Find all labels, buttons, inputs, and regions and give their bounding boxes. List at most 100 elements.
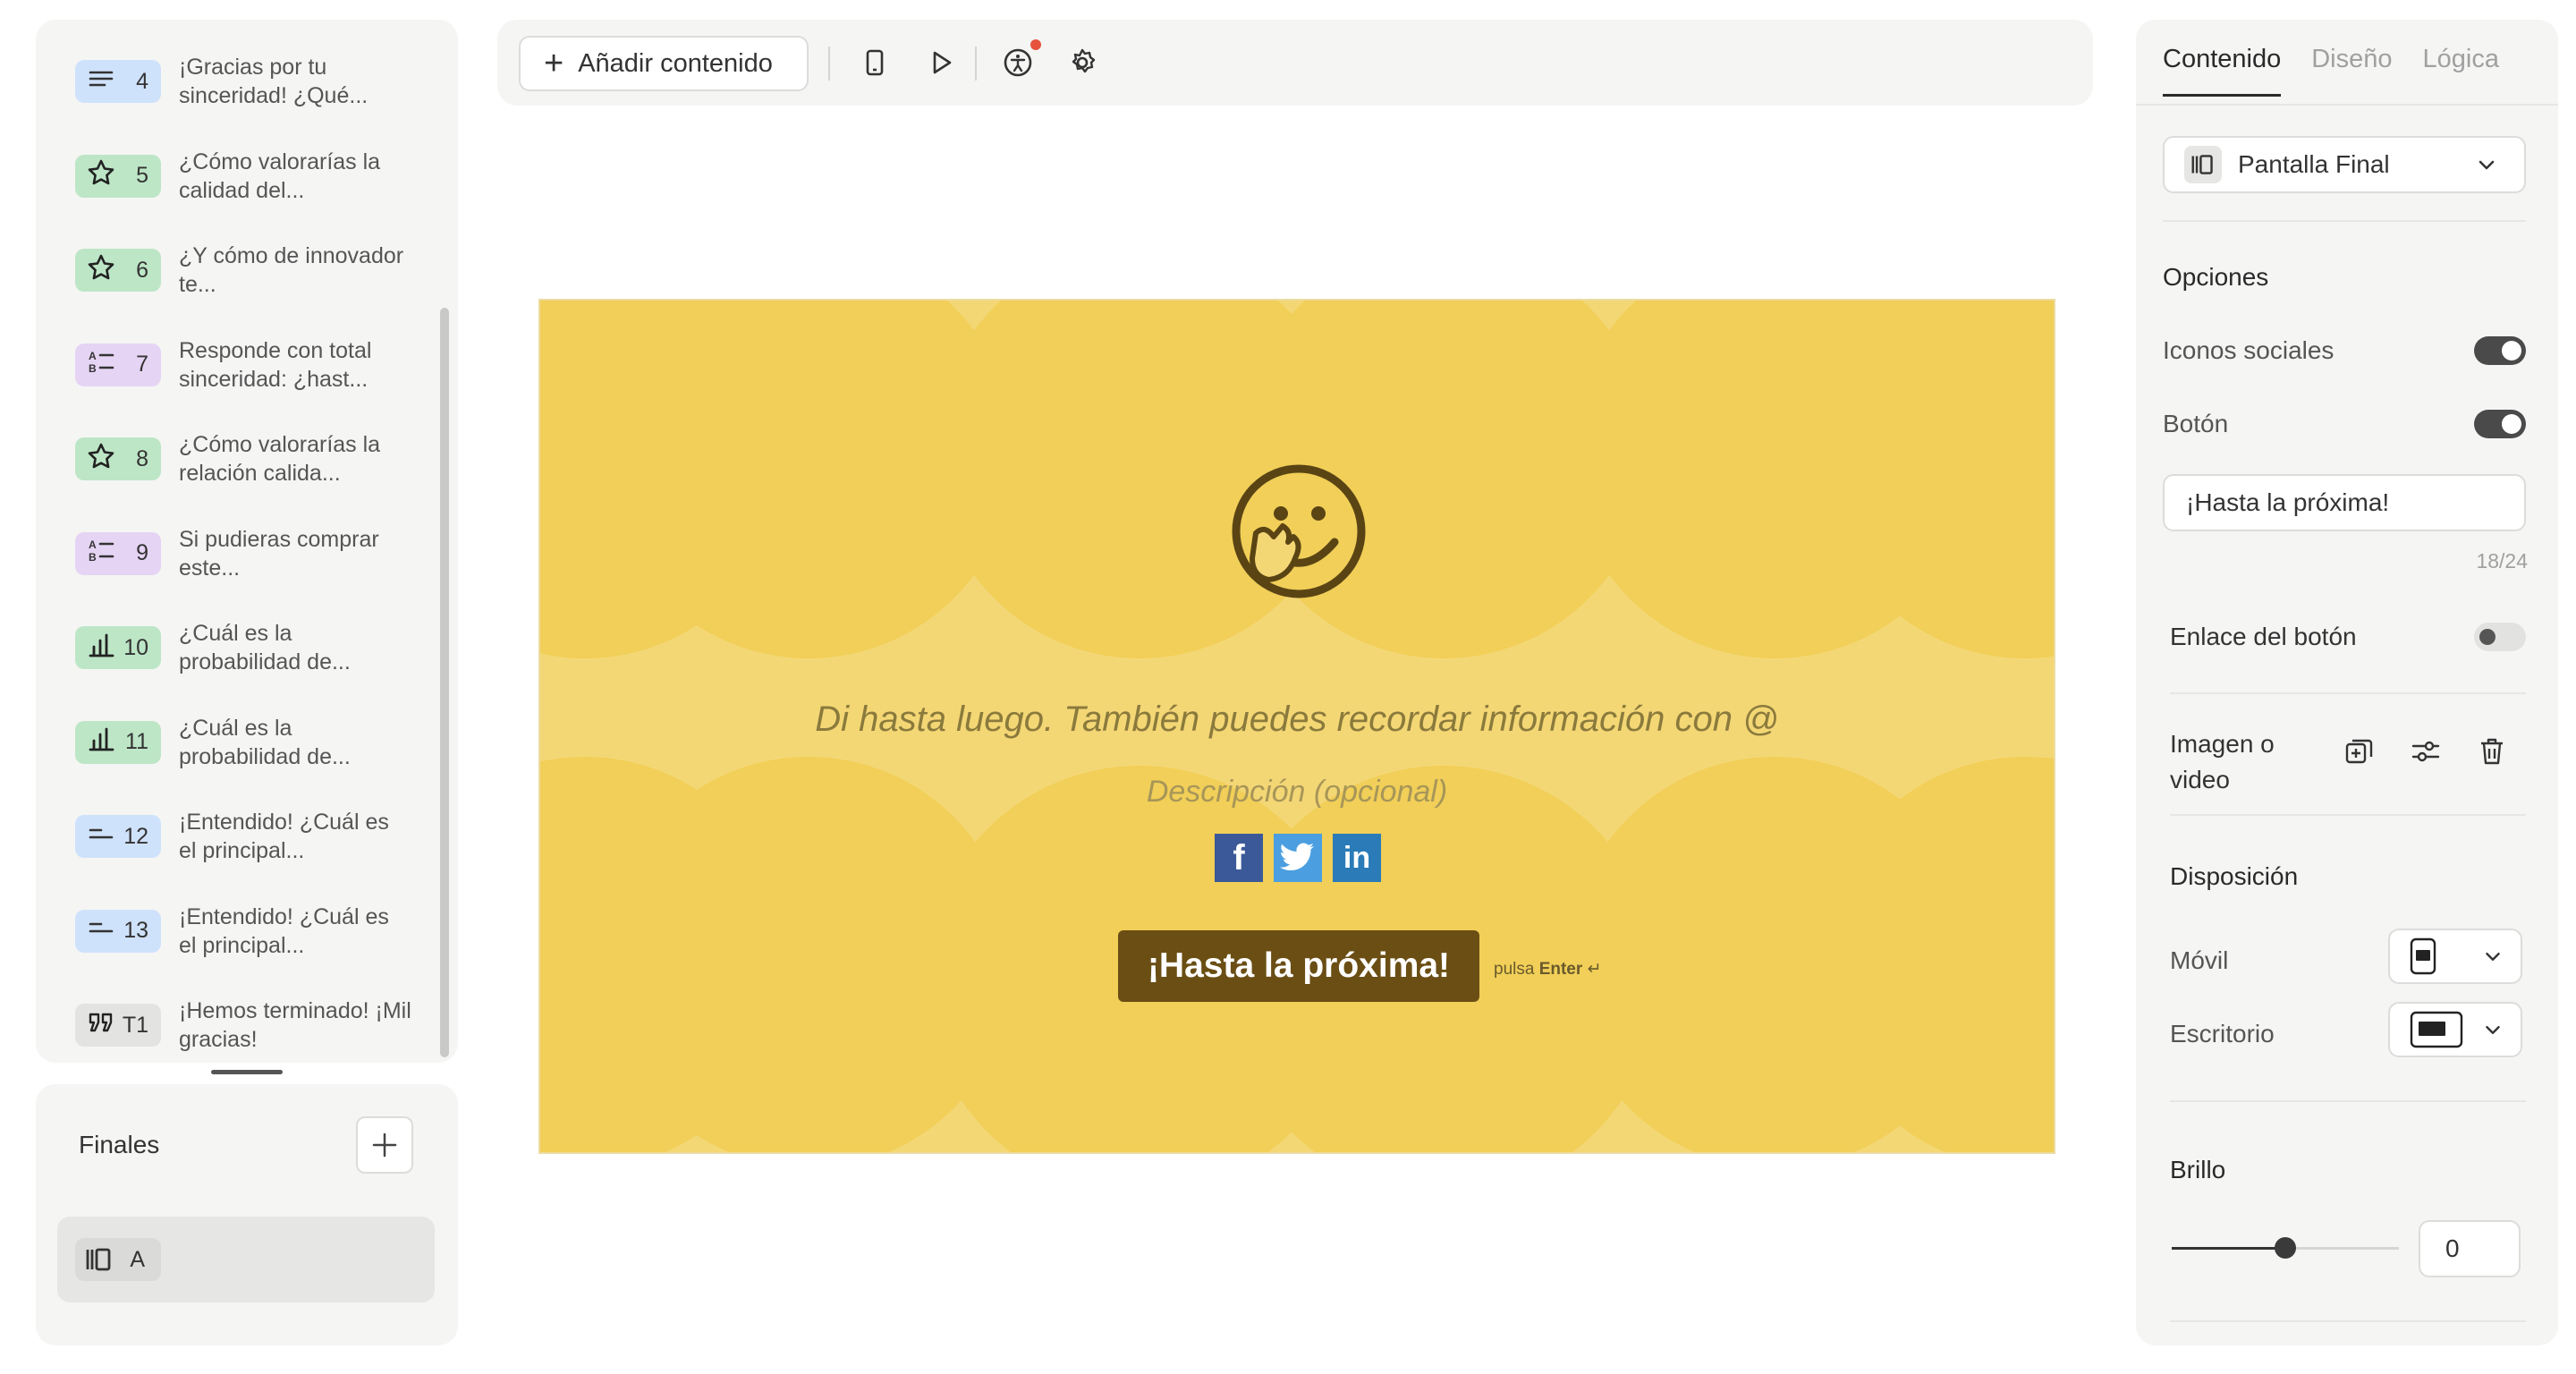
question-item[interactable]: 13 ¡Entendido! ¿Cuál es el principal... [75,891,433,971]
layout-title: Disposición [2170,862,2299,890]
ranking-icon: AB [86,535,116,572]
screen-type-label: Pantalla Final [2238,150,2390,178]
question-text: Si pudieras comprar este... [179,526,379,581]
question-number: 4 [136,68,148,94]
settings-button[interactable] [1063,43,1102,82]
plus-icon: + [544,45,564,82]
star-icon [86,441,116,478]
end-screen-button[interactable]: ¡Hasta la próxima! [1118,930,1479,1002]
add-final-button[interactable] [356,1116,413,1174]
question-number: T1 [122,1012,148,1038]
smile-emoji-icon [1232,464,1366,598]
desktop-layout-select[interactable] [2388,1002,2522,1057]
svg-text:B: B [89,362,97,375]
end-screen-preview[interactable]: Di hasta luego. También puedes recordar … [538,299,2055,1154]
tab-logica[interactable]: Lógica [2423,45,2499,97]
chevron-down-icon [2479,160,2495,170]
tab-contenido[interactable]: Contenido [2163,45,2282,97]
accessibility-icon [1004,48,1032,77]
question-text: ¿Cómo valorarías la calidad del... [179,148,381,203]
question-item[interactable]: 5 ¿Cómo valorarías la calidad del... [75,136,433,216]
question-text: ¿Cuál es la probabilidad de... [179,621,351,674]
mobile-preview-button[interactable] [855,43,894,82]
question-text: ¡Gracias por tu sinceridad! ¿Qué... [179,55,369,108]
panel-resize-handle[interactable] [211,1070,283,1074]
question-item[interactable]: 12 ¡Entendido! ¿Cuál es el principal... [75,796,433,877]
end-screen-icon [86,1248,111,1271]
play-preview-button[interactable] [921,43,961,82]
end-screen-description[interactable]: Descripción (opcional) [540,775,2054,810]
question-list-panel: 4 ¡Gracias por tu sinceridad! ¿Qué... 5 ¿Có… [36,20,458,1063]
trash-icon [2481,738,2503,765]
question-badge: 10 [75,626,161,669]
hint-prefix: pulsa [1494,960,1535,979]
linkedin-icon[interactable]: in [1333,834,1381,882]
brightness-slider-fill [2172,1247,2285,1250]
question-text: ¿Cómo valorarías la relación calida... [179,432,381,486]
question-item[interactable]: T1 ¡Hemos terminado! ¡Mil gracias! [75,985,433,1063]
add-content-button[interactable]: + Añadir contenido [519,36,809,91]
social-icons-label: Iconos sociales [2163,336,2334,364]
play-icon [933,51,952,74]
svg-text:B: B [89,551,97,564]
button-link-toggle[interactable] [2474,623,2526,651]
question-number: 13 [123,918,148,943]
mobile-layout-select[interactable] [2388,929,2522,984]
media-settings-button[interactable] [2410,735,2442,772]
mobile-icon [866,49,884,76]
top-toolbar: + Añadir contenido [497,20,2093,106]
star-icon [86,252,116,289]
toolbar-divider [828,47,830,81]
button-toggle[interactable] [2474,410,2526,438]
question-item[interactable]: 10 ¿Cuál es la probabilidad de... [75,607,433,688]
question-text: ¡Entendido! ¿Cuál es el principal... [179,903,389,958]
properties-tabs: Contenido Diseño Lógica [2163,45,2499,97]
screen-type-select[interactable]: Pantalla Final [2163,136,2526,193]
question-item[interactable]: A B 7 Responde con total sinceridad: ¿hast.… [75,325,433,405]
tab-diseno[interactable]: Diseño [2311,45,2392,97]
question-number: 6 [136,257,148,283]
question-badge: 13 [75,909,161,953]
svg-text:A: A [89,539,97,551]
social-icons-toggle[interactable] [2474,336,2526,365]
brightness-input[interactable]: 0 [2419,1220,2521,1277]
properties-panel: Contenido Diseño Lógica Pantalla Final O… [2136,20,2558,1345]
media-label: Imagen o video [2170,730,2275,793]
final-screen-label: A [130,1246,145,1272]
question-item[interactable]: 11 ¿Cuál es la probabilidad de... [75,702,433,783]
tabs-divider [2136,104,2558,106]
divider [2170,814,2526,816]
question-text: ¡Entendido! ¿Cuál es el principal... [179,810,389,863]
bar-chart-icon [86,630,116,666]
add-media-button[interactable] [2343,735,2376,772]
facebook-icon[interactable]: f [1215,834,1263,882]
plus-icon [372,1132,397,1158]
question-badge: 11 [75,720,161,764]
twitter-icon[interactable] [1274,834,1322,882]
button-text-input[interactable]: ¡Hasta la próxima! [2163,474,2526,531]
star-icon [86,157,116,194]
question-item[interactable]: A B 9 Si pudieras comprar este... [75,513,433,594]
brightness-slider[interactable] [2172,1237,2399,1259]
short-text-icon [86,912,116,949]
sliders-icon [2411,741,2440,762]
divider [2163,220,2526,222]
question-text: ¿Y cómo de innovador te... [179,243,404,297]
quote-icon [86,1007,116,1044]
question-list-scrollbar[interactable] [440,308,449,1057]
enter-key-icon: ↵ [1587,960,1602,979]
question-badge: T1 [75,1004,161,1047]
question-item[interactable]: 6 ¿Y cómo de innovador te... [75,230,433,310]
question-badge: 6 [75,249,161,292]
brightness-slider-knob[interactable] [2275,1237,2296,1259]
brightness-title: Brillo [2170,1156,2226,1183]
final-screen-item[interactable]: A [57,1217,435,1302]
media-actions [2343,735,2508,772]
delete-media-button[interactable] [2476,735,2508,772]
question-item[interactable]: 8 ¿Cómo valorarías la relación calida... [75,419,433,499]
end-screen-headline[interactable]: Di hasta luego. También puedes recordar … [540,700,2054,740]
button-link-label: Enlace del botón [2170,623,2357,650]
options-title: Opciones [2163,263,2269,291]
question-item[interactable]: 4 ¡Gracias por tu sinceridad! ¿Qué... [75,41,433,122]
char-counter: 18/24 [2476,549,2528,572]
